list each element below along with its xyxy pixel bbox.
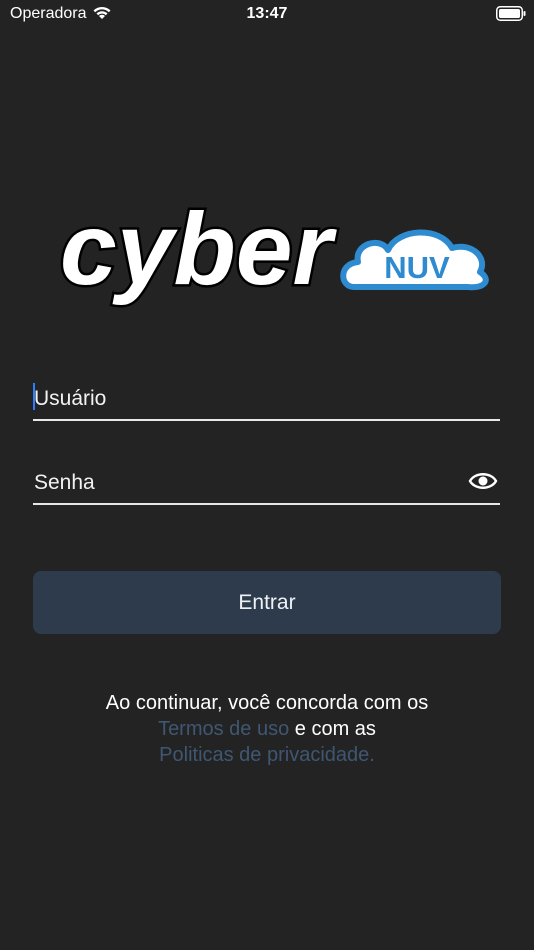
password-input[interactable] <box>34 465 454 501</box>
privacy-line: Politicas de privacidade. <box>0 744 534 767</box>
logo-badge-text: NUV <box>384 250 450 285</box>
terms-text: Ao continuar, você concorda com os <box>105 692 429 714</box>
login-button[interactable]: Entrar <box>33 571 501 634</box>
password-field[interactable] <box>33 465 500 505</box>
terms-of-use-link[interactable]: Termos de uso <box>158 718 289 740</box>
username-field[interactable] <box>33 381 500 421</box>
terms-line: Termos de uso e com as <box>0 718 534 741</box>
eye-icon[interactable] <box>468 469 498 493</box>
cloud-badge: NUV <box>340 229 489 291</box>
terms-connector: e com as <box>289 718 376 740</box>
status-bar: Operadora 13:47 <box>0 0 534 28</box>
username-input[interactable] <box>34 381 454 417</box>
battery-icon <box>496 6 526 21</box>
logo-text: cyber <box>60 192 337 306</box>
cybernuv-logo: cyber NUV <box>58 192 489 309</box>
privacy-policy-link[interactable]: Politicas de privacidade. <box>159 744 375 766</box>
clock: 13:47 <box>246 5 288 22</box>
